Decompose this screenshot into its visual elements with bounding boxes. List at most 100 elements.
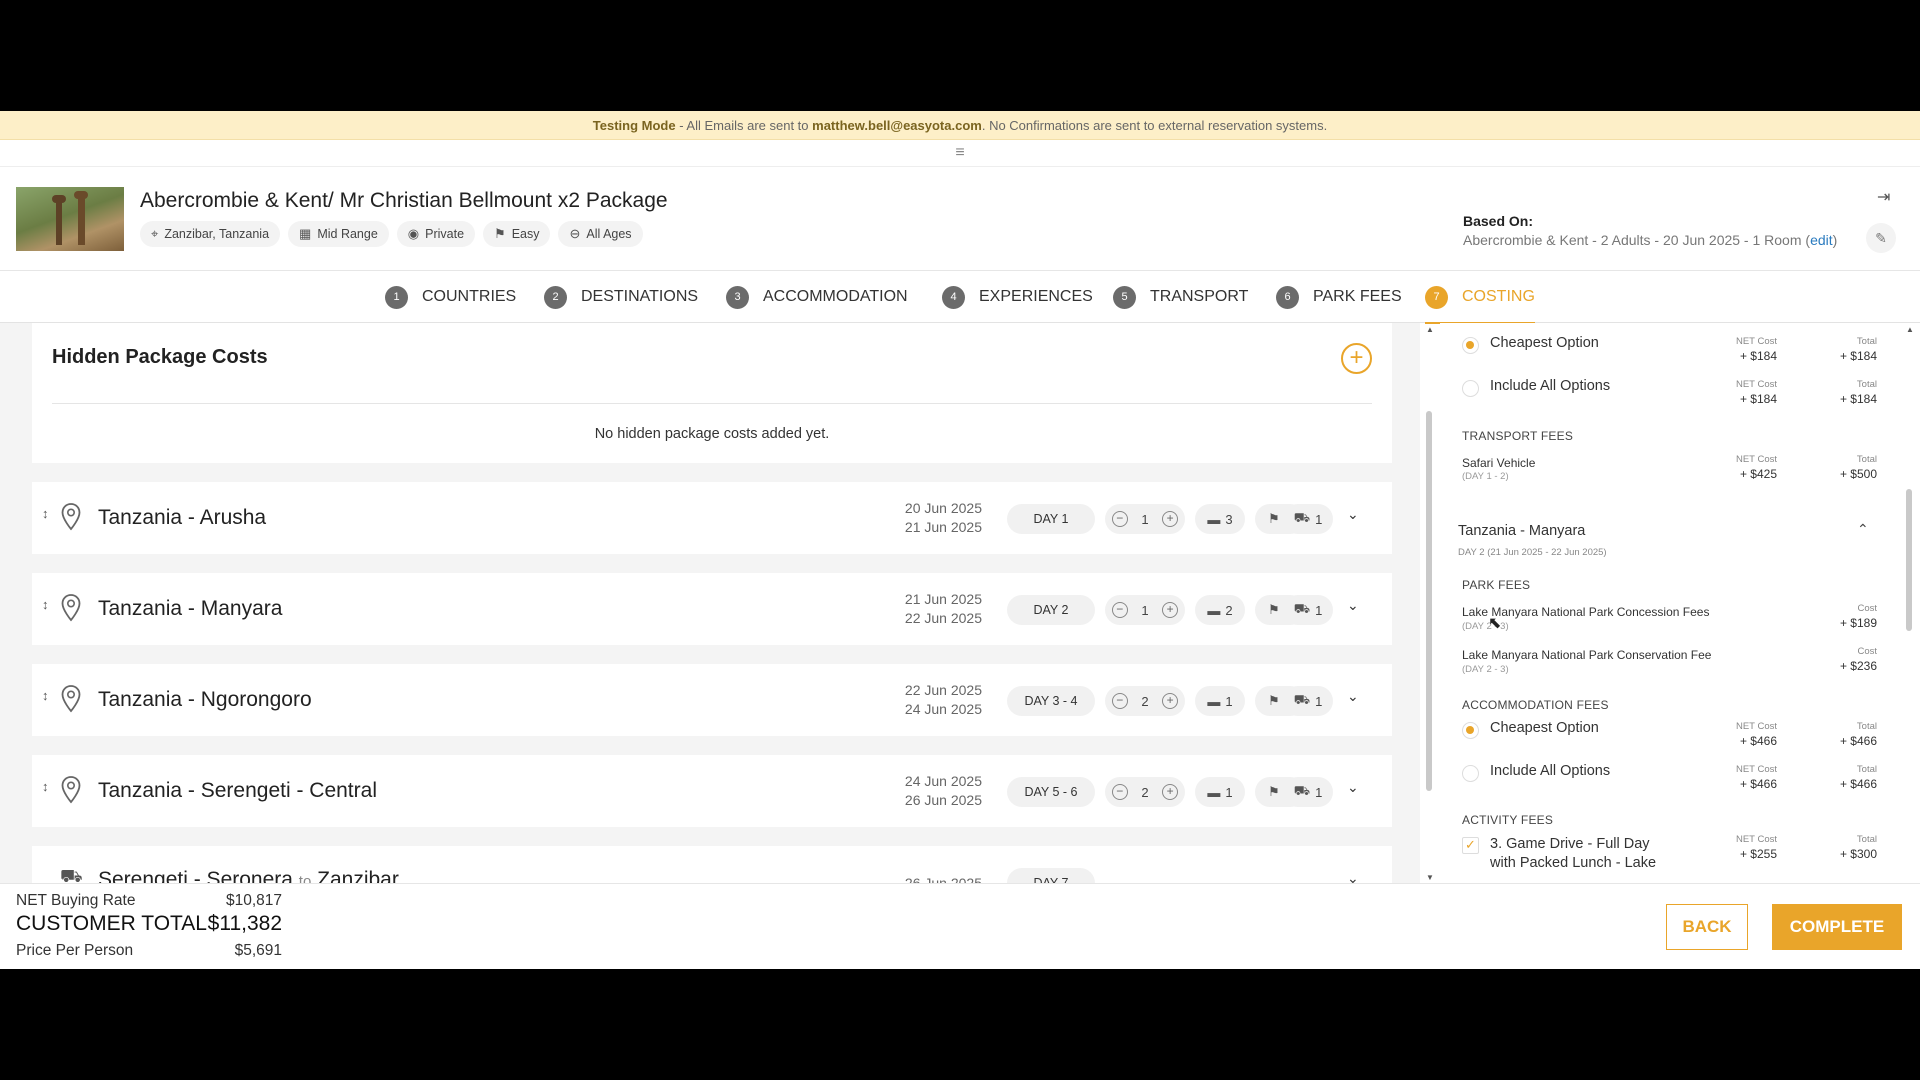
tab-transport[interactable]: 5 TRANSPORT bbox=[1113, 271, 1248, 323]
date-to: 26 Jun 2025 bbox=[904, 792, 982, 808]
chevron-down-icon[interactable]: ⌄ bbox=[1347, 870, 1359, 883]
park-fee-days: (DAY 2 - 3) bbox=[1462, 664, 1509, 675]
net-cost-value: + $466 bbox=[1739, 734, 1777, 748]
menu-handle-icon[interactable]: ≡ bbox=[0, 140, 1920, 167]
drag-handle-icon[interactable]: ↕ bbox=[42, 506, 49, 521]
destination-name: Tanzania - Arusha bbox=[98, 506, 267, 529]
plus-icon[interactable]: + bbox=[1162, 784, 1179, 800]
left-scrollbar[interactable] bbox=[1426, 411, 1432, 791]
scroll-down-arrow-icon[interactable]: ▼ bbox=[1426, 873, 1434, 882]
minus-icon[interactable]: − bbox=[1111, 784, 1128, 800]
park-fee-name: Lake Manyara National Park Conservation … bbox=[1462, 648, 1712, 662]
package-thumbnail bbox=[16, 187, 124, 251]
net-cost-label: NET Cost bbox=[1735, 834, 1777, 845]
activities-chip[interactable]: ⚑ 2 bbox=[1255, 777, 1305, 807]
pencil-icon[interactable]: ✎ bbox=[1866, 223, 1896, 253]
drag-handle-icon[interactable]: ↕ bbox=[42, 597, 49, 612]
tag-difficulty: ⚑ Easy bbox=[483, 221, 551, 247]
hiking-icon: ⚑ bbox=[1268, 511, 1280, 526]
destination-row[interactable]: ↕ Tanzania - Manyara 21 Jun 2025 22 Jun 2… bbox=[32, 573, 1392, 645]
beds-chip[interactable]: ▬ 1 bbox=[1195, 686, 1245, 716]
drag-handle-icon[interactable]: ↕ bbox=[42, 688, 49, 703]
nights-stepper: −1 + bbox=[1105, 595, 1185, 625]
activities-chip[interactable]: ⚑ 0 bbox=[1255, 504, 1305, 534]
tag-location: ⌖ Zanzibar, Tanzania bbox=[140, 221, 281, 247]
divider bbox=[52, 403, 1372, 404]
plus-icon[interactable]: + bbox=[1162, 693, 1179, 709]
exit-icon[interactable]: ⇥ bbox=[1877, 187, 1890, 207]
bed-icon: ▬ bbox=[1207, 511, 1221, 527]
step-tabs: 1 COUNTRIES 2 DESTINATIONS 3 ACCOMMODATION … bbox=[0, 271, 1920, 324]
transfer-route: Serengeti - Seronera to Zanzibar bbox=[98, 868, 399, 883]
truck-icon: ⛟ bbox=[60, 866, 83, 883]
tab-number: 2 bbox=[544, 285, 567, 309]
destination-dates: 22 Jun 2025 24 Jun 2025 bbox=[882, 681, 982, 719]
chevron-down-icon[interactable]: ⌄ bbox=[1347, 779, 1359, 796]
nights-value: 1 bbox=[1141, 602, 1149, 618]
add-hidden-cost-button[interactable]: + bbox=[1341, 343, 1372, 374]
destination-row[interactable]: ↕ Tanzania - Arusha 20 Jun 2025 21 Jun 20… bbox=[32, 482, 1392, 554]
tab-countries[interactable]: 1 COUNTRIES bbox=[385, 271, 516, 323]
activities-chip[interactable]: ⚑ 1 bbox=[1255, 686, 1305, 716]
cost-label: Cost bbox=[1857, 603, 1877, 614]
plus-icon[interactable]: + bbox=[1162, 602, 1179, 618]
tab-number: 7 bbox=[1425, 285, 1448, 309]
minus-icon[interactable]: − bbox=[1111, 511, 1128, 527]
based-on-text: Abercrombie & Kent - 2 Adults - 20 Jun 2… bbox=[1463, 232, 1811, 248]
park-fee-cost: Cost + $189 bbox=[1797, 602, 1877, 630]
scroll-up-arrow-icon[interactable]: ▲ bbox=[1426, 325, 1434, 334]
radio-unselected[interactable] bbox=[1462, 380, 1479, 397]
banner-post: . No Confirmations are sent to external … bbox=[981, 117, 1328, 133]
beds-chip[interactable]: ▬ 1 bbox=[1195, 777, 1245, 807]
chevron-up-icon[interactable]: ⌃ bbox=[1857, 521, 1869, 538]
drag-handle-icon[interactable]: ↕ bbox=[42, 779, 49, 794]
net-cost: NET Cost + $466 bbox=[1697, 720, 1777, 748]
net-buying-rate-label: NET Buying Rate bbox=[16, 892, 136, 909]
back-button[interactable]: BACK bbox=[1666, 904, 1748, 950]
package-title: Abercrombie & Kent/ Mr Christian Bellmou… bbox=[140, 189, 668, 212]
radio-selected[interactable] bbox=[1462, 722, 1479, 739]
transfer-row[interactable]: ⛟ Serengeti - Seronera to Zanzibar 26 Ju… bbox=[32, 846, 1392, 883]
hiking-icon: ⚑ bbox=[494, 226, 506, 241]
destination-row[interactable]: ↕ Tanzania - Serengeti - Central 24 Jun … bbox=[32, 755, 1392, 827]
total-value: + $300 bbox=[1839, 847, 1877, 861]
activity-checkbox[interactable]: ✓ bbox=[1462, 837, 1479, 854]
activities-chip[interactable]: ⚑ 1 bbox=[1255, 595, 1305, 625]
date-from: 22 Jun 2025 bbox=[904, 682, 982, 698]
right-scrollbar[interactable] bbox=[1906, 489, 1912, 631]
chevron-down-icon[interactable]: ⌄ bbox=[1347, 688, 1359, 705]
hiking-icon: ⚑ bbox=[1268, 693, 1280, 708]
date-from: 20 Jun 2025 bbox=[904, 500, 982, 516]
hiking-icon: ⚑ bbox=[1268, 602, 1280, 617]
beds-chip[interactable]: ▬ 3 bbox=[1195, 504, 1245, 534]
minus-icon[interactable]: − bbox=[1111, 693, 1128, 709]
hidden-costs-title: Hidden Package Costs bbox=[52, 346, 268, 368]
net-cost: NET Cost + $184 bbox=[1697, 335, 1777, 363]
beds-chip[interactable]: ▬ 2 bbox=[1195, 595, 1245, 625]
tab-label: EXPERIENCES bbox=[979, 288, 1093, 305]
hiking-icon: ⚑ bbox=[1268, 784, 1280, 799]
activity-fees-heading: ACTIVITY FEES bbox=[1462, 813, 1554, 827]
activity-line-2: with Packed Lunch - Lake bbox=[1490, 855, 1657, 871]
tab-accommodation[interactable]: 3 ACCOMMODATION bbox=[726, 271, 908, 323]
tab-destinations[interactable]: 2 DESTINATIONS bbox=[544, 271, 698, 323]
nights-value: 2 bbox=[1141, 693, 1149, 709]
day-badge: DAY 2 bbox=[1007, 595, 1095, 625]
tab-experiences[interactable]: 4 EXPERIENCES bbox=[942, 271, 1093, 323]
radio-unselected[interactable] bbox=[1462, 765, 1479, 782]
net-buying-rate-value: $10,817 bbox=[225, 892, 282, 909]
based-on-edit-link[interactable]: edit bbox=[1810, 232, 1833, 248]
scroll-up-arrow-icon[interactable]: ▲ bbox=[1906, 325, 1914, 334]
tab-park-fees[interactable]: 6 PARK FEES bbox=[1276, 271, 1402, 323]
customer-total-row: CUSTOMER TOTAL $11,382 bbox=[16, 912, 282, 936]
plus-icon[interactable]: + bbox=[1162, 511, 1179, 527]
tab-costing[interactable]: 7 COSTING bbox=[1425, 271, 1535, 324]
minus-icon[interactable]: − bbox=[1111, 602, 1128, 618]
chevron-down-icon[interactable]: ⌄ bbox=[1347, 506, 1359, 523]
complete-button[interactable]: COMPLETE bbox=[1772, 904, 1902, 950]
chevron-down-icon[interactable]: ⌄ bbox=[1347, 597, 1359, 614]
radio-selected[interactable] bbox=[1462, 337, 1479, 354]
destination-row[interactable]: ↕ Tanzania - Ngorongoro 22 Jun 2025 24 Ju… bbox=[32, 664, 1392, 736]
day-badge: DAY 1 bbox=[1007, 504, 1095, 534]
activity-total-cost: Total + $300 bbox=[1797, 833, 1877, 861]
